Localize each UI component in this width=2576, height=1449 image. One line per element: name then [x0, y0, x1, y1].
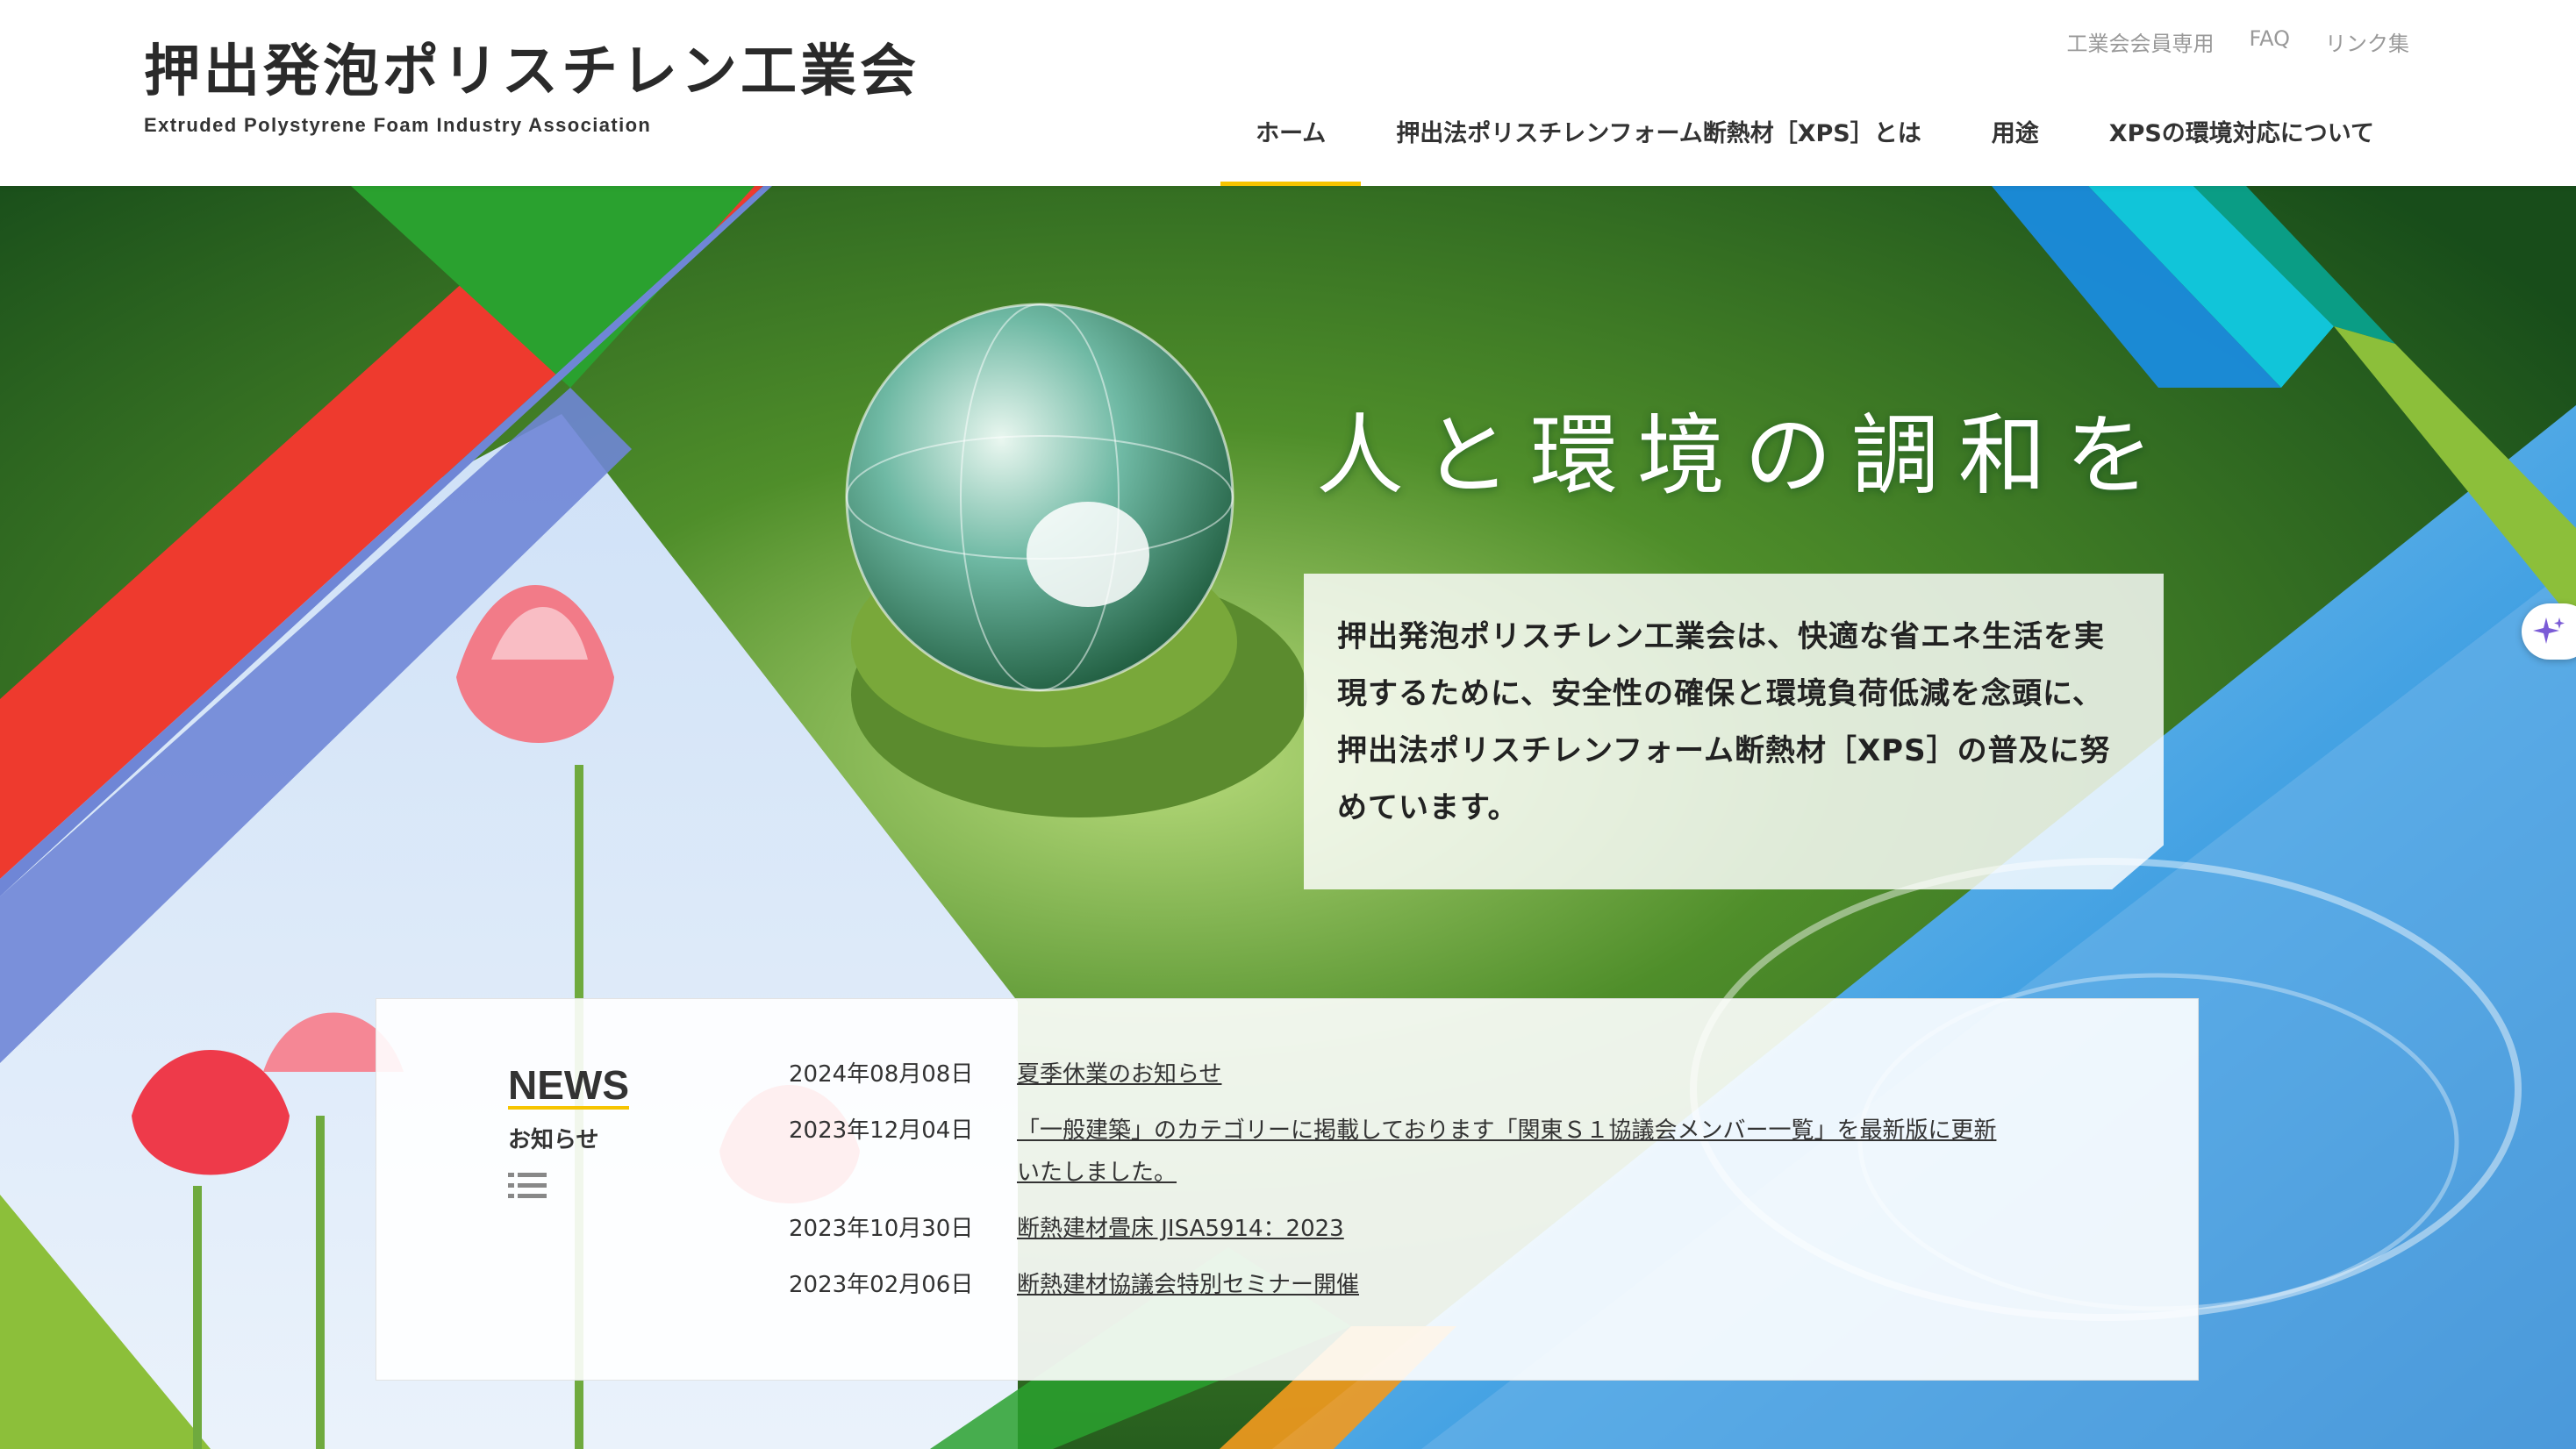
site-header: 押出発泡ポリスチレン工業会 Extruded Polystyrene Foam …	[0, 0, 2576, 186]
hero-intro-box: 押出発泡ポリスチレン工業会は、快適な省エネ生活を実現するために、安全性の確保と環…	[1304, 574, 2164, 889]
news-link[interactable]: 断熱建材畳床 JISA5914：2023	[1017, 1208, 2017, 1250]
logo-text-en: Extruded Polystyrene Foam Industry Assoc…	[144, 114, 652, 136]
util-link-members[interactable]: 工業会会員専用	[2067, 26, 2215, 57]
util-link-links[interactable]: リンク集	[2325, 26, 2409, 57]
site-logo[interactable]: 押出発泡ポリスチレン工業会 Extruded Polystyrene Foam …	[144, 37, 919, 137]
news-title-jp: お知らせ	[508, 1127, 599, 1153]
hero-intro-text: 押出発泡ポリスチレン工業会は、快適な省エネ生活を実現するために、安全性の確保と環…	[1337, 619, 2111, 825]
news-panel: NEWS お知らせ 2024年08月08日 夏季休業のお知らせ 2023年12月…	[376, 998, 2199, 1381]
news-item: 2023年02月06日 断熱建材協議会特別セミナー開催	[789, 1264, 2017, 1306]
news-list: 2024年08月08日 夏季休業のお知らせ 2023年12月04日 「一般建築」…	[789, 1053, 2017, 1320]
news-heading: NEWS お知らせ	[508, 1064, 629, 1154]
nav-item-home[interactable]: ホーム	[1220, 98, 1362, 186]
news-link[interactable]: 断熱建材協議会特別セミナー開催	[1017, 1264, 2017, 1306]
news-date: 2024年08月08日	[789, 1061, 974, 1088]
logo-text-jp: 押出発泡ポリスチレン工業会	[144, 39, 919, 104]
util-link-faq[interactable]: FAQ	[2250, 26, 2291, 57]
news-date: 2023年10月30日	[789, 1216, 974, 1242]
news-date: 2023年12月04日	[789, 1117, 974, 1144]
news-link[interactable]: 夏季休業のお知らせ	[1017, 1053, 2017, 1096]
utility-nav: 工業会会員専用 FAQ リンク集	[2067, 26, 2410, 57]
sparkle-helper-button[interactable]	[2522, 603, 2576, 660]
nav-item-uses[interactable]: 用途	[1957, 98, 2074, 186]
news-item: 2024年08月08日 夏季休業のお知らせ	[789, 1053, 2017, 1096]
nav-item-environment[interactable]: XPSの環境対応について	[2074, 98, 2409, 186]
hero-heading: 人と環境の調和を	[1316, 404, 2172, 507]
sparkle-icon	[2533, 617, 2565, 644]
news-item: 2023年12月04日 「一般建築」のカテゴリーに掲載しております「関東Ｓ１協議…	[789, 1110, 2017, 1194]
news-item: 2023年10月30日 断熱建材畳床 JISA5914：2023	[789, 1208, 2017, 1250]
news-link[interactable]: 「一般建築」のカテゴリーに掲載しております「関東Ｓ１協議会メンバー一覧」を最新版…	[1017, 1110, 2017, 1194]
news-date: 2023年02月06日	[789, 1272, 974, 1298]
list-icon[interactable]	[508, 1171, 547, 1201]
news-title-en: NEWS	[508, 1062, 629, 1110]
nav-item-about-xps[interactable]: 押出法ポリスチレンフォーム断熱材［XPS］とは	[1361, 98, 1956, 186]
main-nav: ホーム 押出法ポリスチレンフォーム断熱材［XPS］とは 用途 XPSの環境対応に…	[1220, 98, 2409, 186]
